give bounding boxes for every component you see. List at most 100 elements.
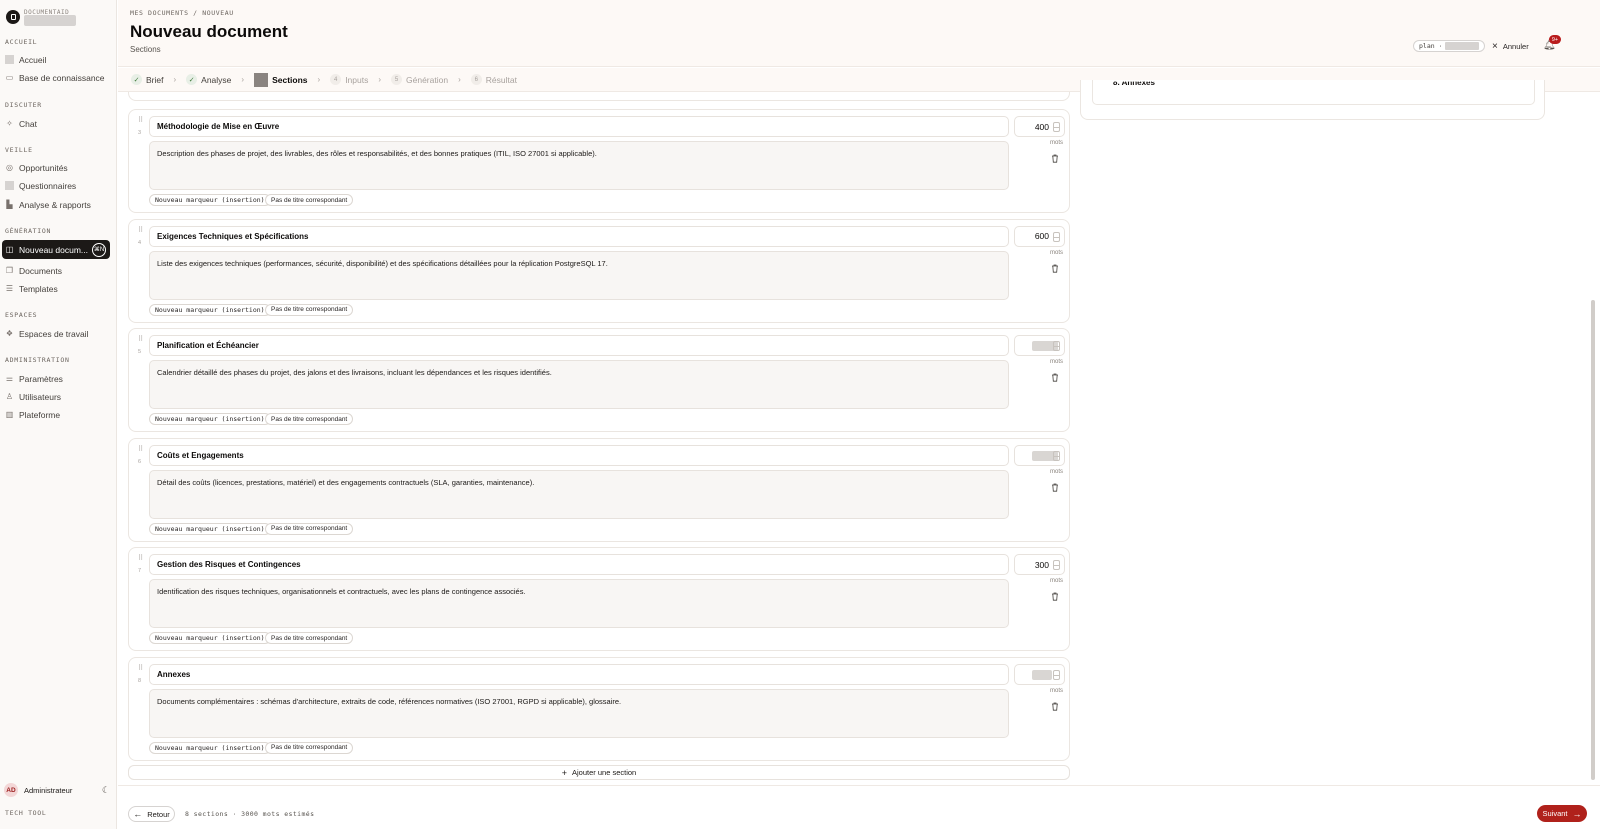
marker-tag[interactable]: Nouveau marqueur (insertion) bbox=[149, 303, 271, 316]
drag-handle-icon[interactable]: ⠿ bbox=[138, 665, 144, 672]
sidebar-item-chat[interactable]: ✧ Chat bbox=[2, 115, 110, 132]
trash-icon[interactable] bbox=[1051, 154, 1059, 163]
sidebar-item-base-de-connaissance[interactable]: ▭ Base de connaissance bbox=[2, 69, 110, 86]
arrow-left-icon: ← bbox=[133, 809, 143, 819]
step-inputs[interactable]: 4 Inputs bbox=[330, 74, 368, 85]
sidebar-item-parametres[interactable]: ⚌ Paramètres bbox=[2, 370, 110, 387]
user-menu[interactable]: AD Administrateur ☾ bbox=[4, 783, 110, 797]
section-title-input[interactable]: Méthodologie de Mise en Œuvre bbox=[149, 116, 1009, 137]
section-title-input[interactable]: Planification et Échéancier bbox=[149, 335, 1009, 356]
title-match-tag[interactable]: Pas de titre correspondant bbox=[265, 741, 354, 754]
section-index: 5 bbox=[138, 349, 142, 355]
drag-handle-icon[interactable]: ⠿ bbox=[138, 555, 144, 562]
sidebar-item-questionnaires[interactable]: Questionnaires bbox=[2, 177, 110, 194]
sidebar-item-espaces-de-travail[interactable]: ❖ Espaces de travail bbox=[2, 325, 110, 342]
word-count-input[interactable]: 400 bbox=[1014, 116, 1065, 137]
drag-handle-icon[interactable]: ⠿ bbox=[138, 446, 144, 453]
stepper-icon[interactable] bbox=[1053, 669, 1060, 680]
step-label: Inputs bbox=[345, 74, 369, 85]
next-button[interactable]: Suivant → bbox=[1537, 805, 1587, 822]
section-description-textarea[interactable]: Détail des coûts (licences, prestations,… bbox=[149, 469, 1009, 519]
step-label: Brief bbox=[146, 74, 164, 85]
sidebar-item-accueil[interactable]: Accueil bbox=[2, 51, 110, 68]
words-unit: mots bbox=[1050, 359, 1064, 365]
drag-handle-icon[interactable]: ⠿ bbox=[138, 336, 144, 343]
sidebar-item-label: Analyse & rapports bbox=[19, 199, 91, 210]
chevron-right-icon: › bbox=[173, 75, 177, 84]
section-description-textarea[interactable]: Identification des risques techniques, o… bbox=[149, 579, 1009, 628]
sidebar-item-templates[interactable]: ☰ Templates bbox=[2, 280, 110, 297]
trash-icon[interactable] bbox=[1051, 702, 1059, 711]
sidebar-item-label: Questionnaires bbox=[19, 180, 77, 191]
section-card[interactable]: ⠿ 5 Planification et Échéancier Calendri… bbox=[128, 328, 1070, 432]
section-description-textarea[interactable]: Documents complémentaires : schémas d'ar… bbox=[149, 688, 1009, 738]
word-count-input[interactable]: 300 bbox=[1014, 554, 1065, 575]
section-title-input[interactable]: Exigences Techniques et Spécifications bbox=[149, 225, 1009, 247]
stepper-icon[interactable] bbox=[1053, 560, 1060, 570]
sidebar-item-utilisateurs[interactable]: ♙ Utilisateurs bbox=[2, 388, 110, 405]
back-button[interactable]: ← Retour bbox=[128, 806, 175, 822]
drag-handle-icon[interactable]: ⠿ bbox=[138, 227, 144, 234]
title-match-tag[interactable]: Pas de titre correspondant bbox=[265, 413, 354, 425]
section-card[interactable]: ⠿ 8 Annexes Documents complémentaires : … bbox=[128, 656, 1070, 761]
step-number: 4 bbox=[330, 74, 342, 85]
marker-tag[interactable]: Nouveau marqueur (insertion) bbox=[149, 522, 271, 535]
sections-summary: 8 sections · 3000 mots estimés bbox=[185, 810, 315, 818]
marker-tag[interactable]: Nouveau marqueur (insertion) bbox=[149, 632, 271, 644]
stepper-icon[interactable] bbox=[1053, 231, 1060, 242]
step-generation[interactable]: 5 Génération bbox=[391, 74, 448, 85]
section-label-accueil: ACCUEIL bbox=[5, 38, 38, 46]
sidebar-item-plateforme[interactable]: ▥ Plateforme bbox=[2, 406, 110, 423]
title-match-tag[interactable]: Pas de titre correspondant bbox=[265, 522, 354, 535]
sidebar-item-documents[interactable]: ❐ Documents bbox=[2, 262, 110, 279]
marker-tag[interactable]: Nouveau marqueur (insertion) bbox=[149, 194, 271, 206]
step-brief[interactable]: ✓ Brief bbox=[131, 74, 163, 85]
section-title-input[interactable]: Gestion des Risques et Contingences bbox=[149, 554, 1009, 575]
step-resultat[interactable]: 6 Résultat bbox=[470, 74, 517, 85]
word-count-input[interactable] bbox=[1014, 444, 1065, 466]
stepper-icon[interactable] bbox=[1053, 341, 1060, 351]
section-card[interactable]: ⠿ 7 Gestion des Risques et Contingences … bbox=[128, 547, 1070, 651]
stepper-icon[interactable] bbox=[1053, 122, 1060, 132]
sidebar-item-label: Opportunités bbox=[19, 162, 68, 173]
trash-icon[interactable] bbox=[1051, 373, 1059, 382]
brand[interactable]: DOCUMENTAID bbox=[6, 9, 76, 26]
section-card[interactable]: ⠿ 6 Coûts et Engagements Détail des coût… bbox=[128, 437, 1070, 542]
step-analyse[interactable]: ✓ Analyse bbox=[186, 74, 231, 85]
scrollbar-thumb[interactable] bbox=[1591, 300, 1595, 780]
marker-tag[interactable]: Nouveau marqueur (insertion) bbox=[149, 741, 271, 754]
section-title-input[interactable]: Annexes bbox=[149, 663, 1009, 685]
drag-handle-icon[interactable]: ⠿ bbox=[138, 117, 144, 124]
trash-icon[interactable] bbox=[1051, 592, 1059, 601]
title-match-tag[interactable]: Pas de titre correspondant bbox=[265, 632, 354, 644]
section-card[interactable]: ⠿ 4 Exigences Techniques et Spécificatio… bbox=[128, 218, 1070, 323]
word-count-input[interactable]: 600 bbox=[1014, 225, 1065, 247]
section-card[interactable]: ⠿ 3 Méthodologie de Mise en Œuvre Descri… bbox=[128, 109, 1070, 213]
section-description-textarea[interactable]: Description des phases de projet, des li… bbox=[149, 141, 1009, 190]
title-match-tag[interactable]: Pas de titre correspondant bbox=[265, 194, 354, 206]
section-title-input[interactable]: Coûts et Engagements bbox=[149, 444, 1009, 466]
step-number: 5 bbox=[391, 74, 403, 85]
step-sections[interactable]: Sections bbox=[254, 72, 308, 87]
add-section-button[interactable]: + Ajouter une section bbox=[128, 765, 1070, 780]
title-match-tag[interactable]: Pas de titre correspondant bbox=[265, 303, 354, 316]
cancel-button[interactable]: × Annuler bbox=[1492, 41, 1529, 52]
word-count-input[interactable] bbox=[1014, 663, 1065, 685]
words-unit: mots bbox=[1050, 140, 1064, 146]
sidebar-item-nouveau-document[interactable]: ◫ Nouveau docum... ⌘N bbox=[2, 240, 110, 259]
trash-icon[interactable] bbox=[1051, 483, 1059, 492]
word-count-input[interactable] bbox=[1014, 335, 1065, 356]
redacted-word-count bbox=[1032, 669, 1052, 680]
chevron-right-icon: › bbox=[317, 75, 321, 84]
trash-icon[interactable] bbox=[1051, 264, 1059, 273]
sidebar-item-analyse-rapports[interactable]: ▙ Analyse & rapports bbox=[2, 196, 110, 213]
section-description-textarea[interactable]: Calendrier détaillé des phases du projet… bbox=[149, 360, 1009, 409]
marker-tag[interactable]: Nouveau marqueur (insertion) bbox=[149, 413, 271, 425]
sidebar-item-opportunites[interactable]: ◎ Opportunités bbox=[2, 159, 110, 176]
section-description-textarea[interactable]: Liste des exigences techniques (performa… bbox=[149, 250, 1009, 300]
moon-icon[interactable]: ☾ bbox=[102, 785, 110, 796]
breadcrumb[interactable]: MES DOCUMENTS / NOUVEAU bbox=[130, 9, 234, 17]
shortcut-badge: ⌘N bbox=[92, 242, 106, 257]
stepper-icon[interactable] bbox=[1053, 450, 1060, 461]
sections-editor[interactable]: ⠿ 3 Méthodologie de Mise en Œuvre Descri… bbox=[118, 92, 1600, 784]
